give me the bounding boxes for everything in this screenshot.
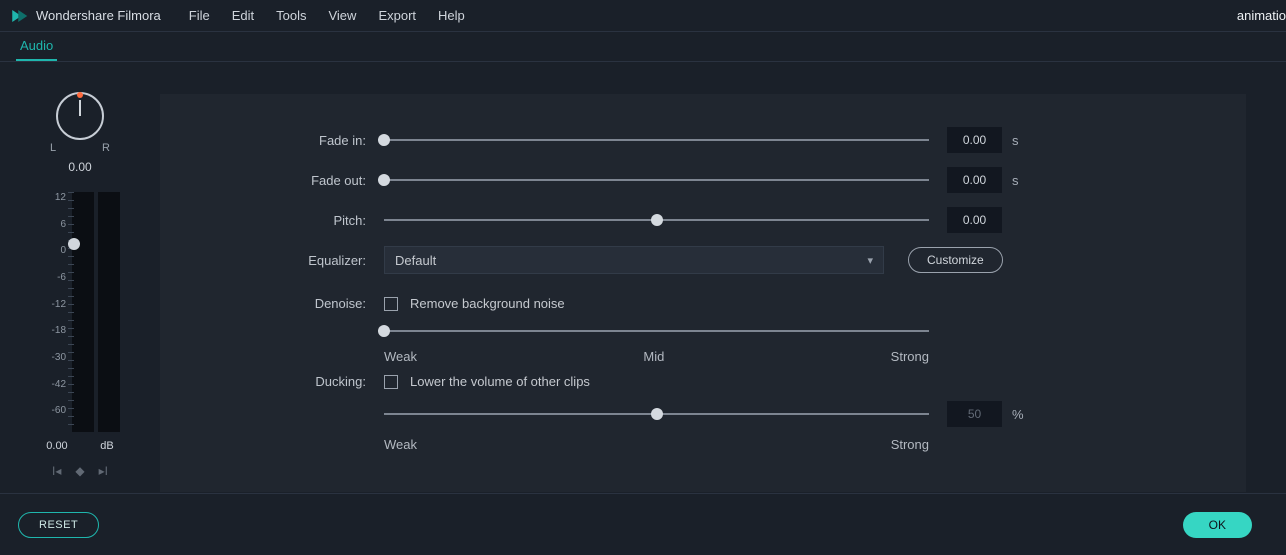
main-area: L R 0.00 12 6 0 -6 -12 -18 -30 -42 -60 <box>0 62 1286 492</box>
vu-bar-right <box>98 192 120 432</box>
tab-audio[interactable]: Audio <box>16 32 57 61</box>
row-equalizer: Equalizer: Default ▾ Customize <box>184 240 1222 280</box>
pan-marker-icon <box>77 92 83 98</box>
ducking-weak: Weak <box>384 437 417 452</box>
volume-slider-knob[interactable] <box>68 238 80 250</box>
row-ducking: Ducking: Lower the volume of other clips… <box>184 370 1222 436</box>
pan-r: R <box>102 142 110 154</box>
vu-ruler-icon <box>68 192 74 432</box>
vu-bars <box>72 192 120 432</box>
ducking-strong: Strong <box>891 437 929 452</box>
row-fade-in: Fade in: 0.00 s <box>184 120 1222 160</box>
pan-lr-labels: L R <box>50 142 110 154</box>
label-pitch: Pitch: <box>184 213 384 228</box>
row-denoise: Denoise: Remove background noise Weak Mi… <box>184 292 1222 358</box>
menu-view[interactable]: View <box>328 8 356 23</box>
slider-thumb-icon[interactable] <box>378 325 390 337</box>
filmora-logo-icon <box>10 7 28 25</box>
fade-out-unit: s <box>1012 173 1019 188</box>
ducking-checkbox-row: Lower the volume of other clips <box>384 374 1024 389</box>
vu-tick: -42 <box>52 379 66 390</box>
ducking-value[interactable]: 50 <box>947 401 1002 427</box>
pan-dial[interactable] <box>56 92 104 140</box>
row-fade-out: Fade out: 0.00 s <box>184 160 1222 200</box>
ducking-checkbox-label: Lower the volume of other clips <box>410 374 590 389</box>
reset-button[interactable]: RESET <box>18 512 99 538</box>
label-ducking: Ducking: <box>184 374 384 389</box>
label-equalizer: Equalizer: <box>184 253 384 268</box>
app-title: Wondershare Filmora <box>36 8 161 23</box>
slider-track-icon <box>384 330 929 332</box>
add-keyframe-icon[interactable]: ◆ <box>75 464 84 478</box>
slider-track-icon <box>384 139 929 141</box>
tab-row: Audio <box>0 32 1286 62</box>
row-pitch: Pitch: 0.00 <box>184 200 1222 240</box>
vu-tick: -6 <box>57 272 66 283</box>
label-fade-out: Fade out: <box>184 173 384 188</box>
fade-in-value[interactable]: 0.00 <box>947 127 1002 153</box>
vu-readout: 0.00 dB <box>30 440 130 452</box>
vu-tick: -18 <box>52 325 66 336</box>
ducking-slider[interactable] <box>384 406 929 422</box>
vu-tick: 0 <box>60 245 66 256</box>
slider-track-icon <box>384 179 929 181</box>
keyframe-controls: I◂ ◆ ▸I <box>52 464 108 478</box>
denoise-checkbox-row: Remove background noise <box>384 296 929 311</box>
pitch-slider[interactable] <box>384 212 929 228</box>
chevron-down-icon: ▾ <box>867 254 873 267</box>
slider-thumb-icon[interactable] <box>378 134 390 146</box>
denoise-range-labels: Weak Mid Strong <box>384 349 929 364</box>
customize-button[interactable]: Customize <box>908 247 1003 273</box>
label-denoise: Denoise: <box>184 296 384 311</box>
equalizer-select[interactable]: Default ▾ <box>384 246 884 274</box>
footer: RESET OK <box>0 493 1286 555</box>
settings-panel: Fade in: 0.00 s Fade out: 0.00 s Pitch: <box>160 94 1246 492</box>
menu-edit[interactable]: Edit <box>232 8 254 23</box>
title-right-text: animatio <box>1237 8 1286 23</box>
menu-file[interactable]: File <box>189 8 210 23</box>
vu-unit: dB <box>100 440 113 452</box>
menubar: Wondershare Filmora File Edit Tools View… <box>0 0 1286 32</box>
ducking-unit: % <box>1012 407 1024 422</box>
vu-bar-left <box>72 192 94 432</box>
app-logo: Wondershare Filmora <box>10 7 161 25</box>
denoise-weak: Weak <box>384 349 417 364</box>
fade-out-slider[interactable] <box>384 172 929 188</box>
fade-in-unit: s <box>1012 133 1019 148</box>
prev-keyframe-icon[interactable]: I◂ <box>52 464 61 478</box>
label-fade-in: Fade in: <box>184 133 384 148</box>
menu-help[interactable]: Help <box>438 8 465 23</box>
vu-tick: -12 <box>52 299 66 310</box>
slider-thumb-icon[interactable] <box>651 408 663 420</box>
fade-out-value[interactable]: 0.00 <box>947 167 1002 193</box>
pitch-value[interactable]: 0.00 <box>947 207 1002 233</box>
vu-value: 0.00 <box>46 440 67 452</box>
denoise-checkbox[interactable] <box>384 297 398 311</box>
denoise-strong: Strong <box>891 349 929 364</box>
vu-scale: 12 6 0 -6 -12 -18 -30 -42 -60 <box>40 192 68 432</box>
next-keyframe-icon[interactable]: ▸I <box>99 464 108 478</box>
vu-tick: -60 <box>52 405 66 416</box>
fade-in-slider[interactable] <box>384 132 929 148</box>
vu-tick: -30 <box>52 352 66 363</box>
ducking-checkbox[interactable] <box>384 375 398 389</box>
menu-items: File Edit Tools View Export Help <box>189 8 465 23</box>
ok-button[interactable]: OK <box>1183 512 1252 538</box>
left-panel: L R 0.00 12 6 0 -6 -12 -18 -30 -42 -60 <box>0 62 160 492</box>
pan-l: L <box>50 142 56 154</box>
vu-tick: 6 <box>60 219 66 230</box>
slider-thumb-icon[interactable] <box>651 214 663 226</box>
menu-export[interactable]: Export <box>378 8 416 23</box>
pan-value: 0.00 <box>68 160 91 174</box>
vu-meter: 12 6 0 -6 -12 -18 -30 -42 -60 <box>40 192 120 432</box>
slider-thumb-icon[interactable] <box>378 174 390 186</box>
denoise-checkbox-label: Remove background noise <box>410 296 565 311</box>
vu-tick: 12 <box>55 192 66 203</box>
equalizer-selected: Default <box>395 253 436 268</box>
denoise-mid: Mid <box>643 349 664 364</box>
menu-tools[interactable]: Tools <box>276 8 306 23</box>
ducking-range-labels: Weak Strong <box>384 437 929 452</box>
denoise-slider[interactable] <box>384 323 929 339</box>
